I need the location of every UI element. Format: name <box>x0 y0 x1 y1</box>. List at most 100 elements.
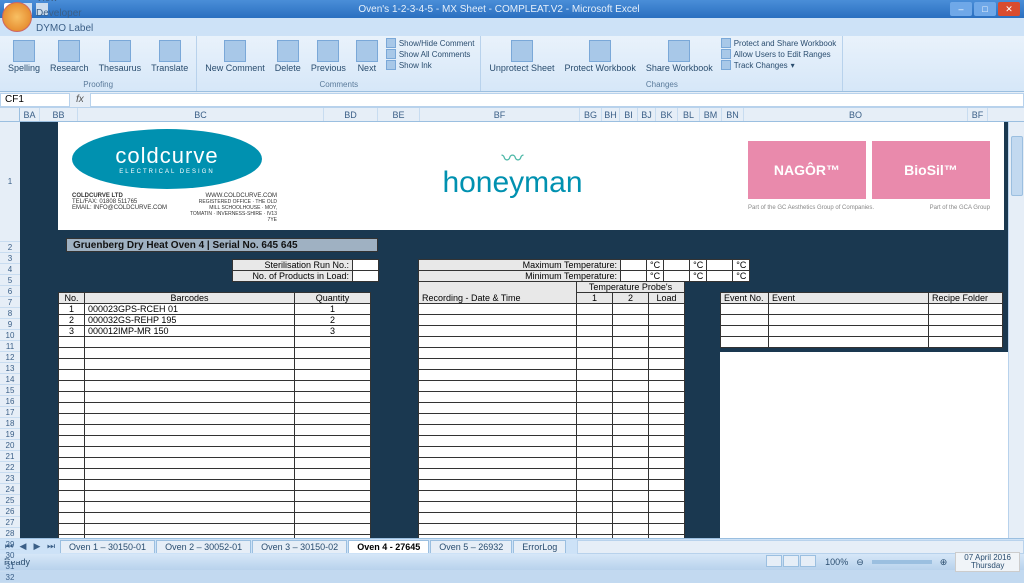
protect-share-workbook-button[interactable]: Protect and Share Workbook <box>721 38 837 48</box>
temperature-table: Maximum Temperature:°C°C°C Minimum Tempe… <box>418 259 750 282</box>
zoom-in-icon[interactable]: ⊕ <box>940 557 948 568</box>
row-header[interactable]: 32 <box>0 572 20 583</box>
office-button[interactable] <box>2 2 32 32</box>
row-header[interactable]: 21 <box>0 451 20 462</box>
sheet-nav-next[interactable]: ▶ <box>30 541 44 552</box>
table-row <box>721 326 1003 337</box>
worksheet-canvas[interactable]: coldcurve ELECTRICAL DESIGN COLDCURVE LT… <box>20 122 1024 538</box>
window-buttons: – □ ✕ <box>950 2 1020 16</box>
col-header[interactable]: BM <box>700 108 722 121</box>
col-header[interactable]: BI <box>620 108 638 121</box>
row-header[interactable]: 8 <box>0 308 20 319</box>
row-header[interactable]: 17 <box>0 407 20 418</box>
previous-comment-button[interactable]: Previous <box>309 38 348 75</box>
next-comment-button[interactable]: Next <box>354 38 380 75</box>
maximize-button[interactable]: □ <box>974 2 996 16</box>
translate-button[interactable]: Translate <box>149 38 190 75</box>
row-header[interactable]: 31 <box>0 561 20 572</box>
zoom-slider[interactable] <box>872 560 932 564</box>
fx-icon[interactable]: fx <box>70 94 90 105</box>
row-header[interactable]: 2 <box>0 242 20 253</box>
row-header[interactable]: 14 <box>0 374 20 385</box>
sheet-nav-last[interactable]: ⏭ <box>44 541 58 552</box>
spelling-button[interactable]: Spelling <box>6 38 42 75</box>
row-header[interactable]: 30 <box>0 550 20 561</box>
sheet-tab[interactable]: Oven 3 – 30150-02 <box>252 540 347 553</box>
delete-comment-button[interactable]: Delete <box>273 38 303 75</box>
table-row <box>419 480 685 491</box>
tab-dymo-label[interactable]: DYMO Label <box>28 21 101 36</box>
col-header[interactable]: BF <box>420 108 580 121</box>
close-button[interactable]: ✕ <box>998 2 1020 16</box>
row-header[interactable]: 22 <box>0 462 20 473</box>
row-header[interactable]: 20 <box>0 440 20 451</box>
biosil-logo: BioSil™ <box>872 141 990 199</box>
col-header[interactable]: BO <box>744 108 968 121</box>
row-header[interactable]: 19 <box>0 429 20 440</box>
row-header[interactable]: 11 <box>0 341 20 352</box>
row-header[interactable]: 23 <box>0 473 20 484</box>
zoom-out-icon[interactable]: ⊖ <box>856 557 864 568</box>
sheet-tab[interactable]: Oven 2 – 30052-01 <box>156 540 251 553</box>
col-header[interactable]: BL <box>678 108 700 121</box>
col-header[interactable]: BF <box>968 108 988 121</box>
row-header[interactable]: 4 <box>0 264 20 275</box>
showhide-comment-button[interactable]: Show/Hide Comment <box>386 38 475 48</box>
select-all-corner[interactable] <box>0 108 20 121</box>
sheet-tab[interactable]: Oven 4 - 27645 <box>348 540 429 553</box>
row-header[interactable]: 24 <box>0 484 20 495</box>
row-header[interactable]: 28 <box>0 528 20 539</box>
namebox[interactable]: CF1 <box>0 93 70 107</box>
row-header[interactable]: 27 <box>0 517 20 528</box>
col-header[interactable]: BN <box>722 108 744 121</box>
vertical-scrollbar[interactable] <box>1008 122 1024 538</box>
col-header[interactable]: BA <box>20 108 40 121</box>
row-header[interactable]: 5 <box>0 275 20 286</box>
row-header[interactable]: 10 <box>0 330 20 341</box>
row-header[interactable]: 3 <box>0 253 20 264</box>
row-header[interactable]: 26 <box>0 506 20 517</box>
col-header[interactable]: BE <box>378 108 420 121</box>
col-header[interactable]: BD <box>324 108 378 121</box>
sheet-tab[interactable]: Oven 5 – 26932 <box>430 540 512 553</box>
allow-users-button[interactable]: Allow Users to Edit Ranges <box>721 49 837 59</box>
row-header[interactable]: 29 <box>0 539 20 550</box>
row-headers: 1234567891011121314151617181920212223242… <box>0 122 20 538</box>
show-all-comments-button[interactable]: Show All Comments <box>386 49 475 59</box>
table-row <box>59 370 371 381</box>
col-header[interactable]: BC <box>78 108 324 121</box>
row-header[interactable]: 13 <box>0 363 20 374</box>
col-header[interactable]: BB <box>40 108 78 121</box>
row-header[interactable]: 6 <box>0 286 20 297</box>
show-ink-button[interactable]: Show Ink <box>386 60 475 70</box>
row-header[interactable]: 9 <box>0 319 20 330</box>
sheet-tab[interactable]: ErrorLog <box>513 540 566 553</box>
window-title: Oven's 1-2-3-4-5 - MX Sheet - COMPLEAT.V… <box>48 4 950 15</box>
row-header[interactable]: 25 <box>0 495 20 506</box>
col-header[interactable]: BG <box>580 108 602 121</box>
thesaurus-button[interactable]: Thesaurus <box>97 38 144 75</box>
view-buttons[interactable] <box>766 555 817 569</box>
sheet-tab[interactable]: Oven 1 – 30150-01 <box>60 540 155 553</box>
col-header[interactable]: BH <box>602 108 620 121</box>
unprotect-sheet-button[interactable]: Unprotect Sheet <box>487 38 556 75</box>
table-row <box>419 447 685 458</box>
tab-developer[interactable]: Developer <box>28 6 101 21</box>
formula-input[interactable] <box>90 93 1024 107</box>
row-header[interactable]: 16 <box>0 396 20 407</box>
minimize-button[interactable]: – <box>950 2 972 16</box>
research-button[interactable]: Research <box>48 38 91 75</box>
col-header[interactable]: BK <box>656 108 678 121</box>
row-header[interactable]: 12 <box>0 352 20 363</box>
col-header[interactable]: BJ <box>638 108 656 121</box>
share-workbook-button[interactable]: Share Workbook <box>644 38 715 75</box>
table-row <box>419 304 685 315</box>
row-header[interactable]: 18 <box>0 418 20 429</box>
track-changes-button[interactable]: Track Changes ▾ <box>721 60 837 70</box>
row-header[interactable]: 1 <box>0 122 20 242</box>
protect-workbook-button[interactable]: Protect Workbook <box>562 38 637 75</box>
new-comment-button[interactable]: New Comment <box>203 38 267 75</box>
row-header[interactable]: 15 <box>0 385 20 396</box>
zoom-level[interactable]: 100% <box>825 557 848 567</box>
row-header[interactable]: 7 <box>0 297 20 308</box>
